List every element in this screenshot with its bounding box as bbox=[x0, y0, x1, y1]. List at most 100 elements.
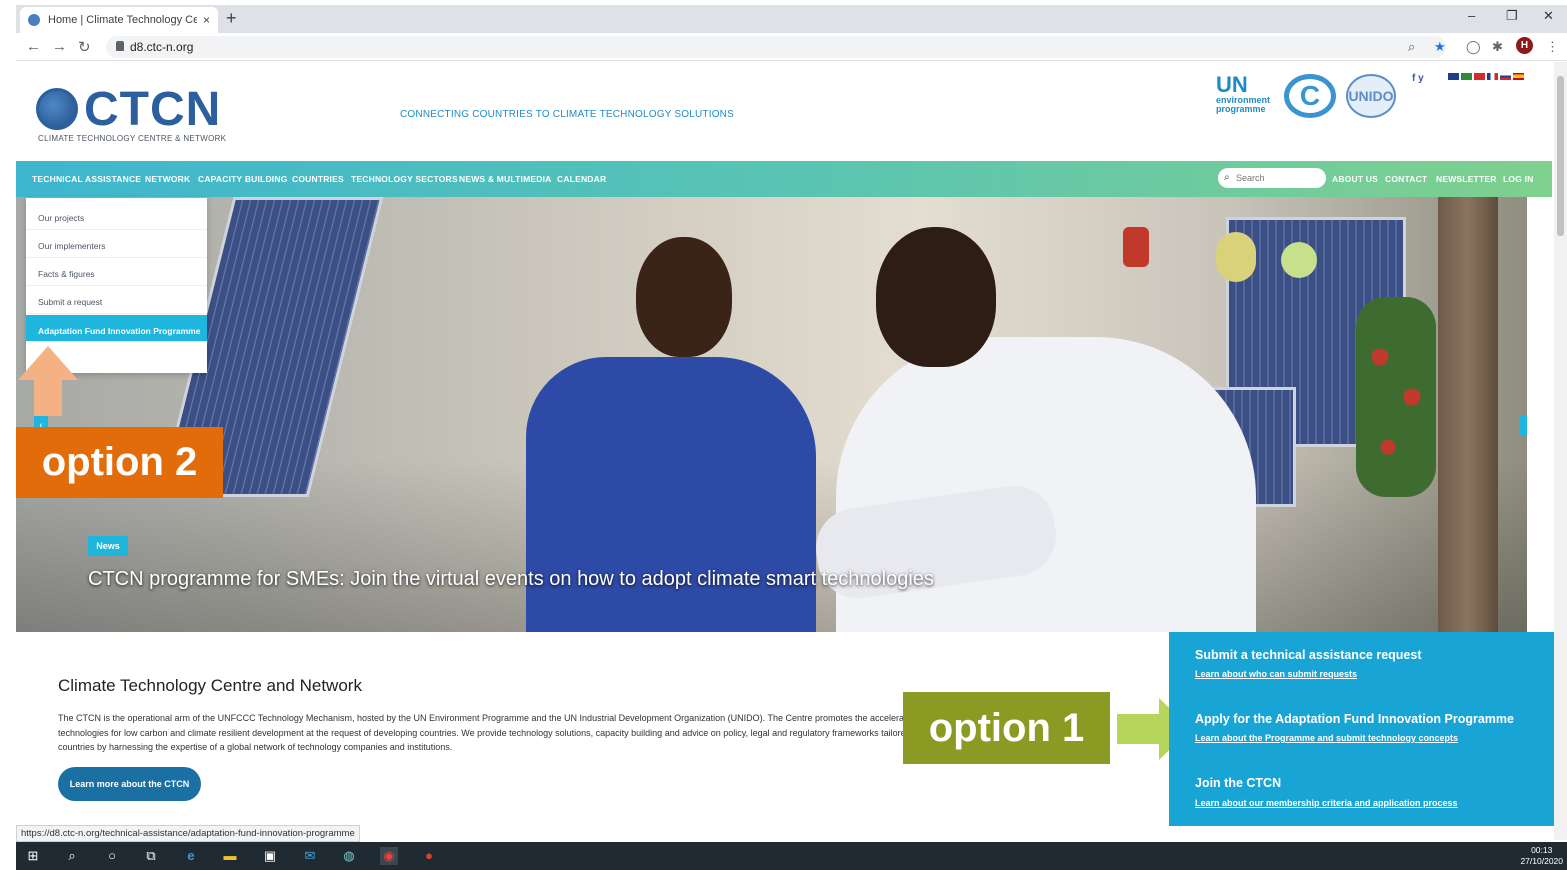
flag-en-icon[interactable] bbox=[1448, 73, 1459, 80]
cta-submit-request-title[interactable]: Submit a technical assistance request bbox=[1195, 648, 1421, 662]
browser-tab-home[interactable]: Home | Climate Technology Cent × bbox=[20, 7, 218, 33]
extension-icon[interactable]: ◯ bbox=[1466, 39, 1481, 55]
nav-newsletter[interactable]: NEWSLETTER bbox=[1436, 174, 1497, 184]
language-flags[interactable] bbox=[1448, 73, 1524, 80]
lock-icon bbox=[116, 41, 124, 51]
minimize-button[interactable]: – bbox=[1468, 8, 1475, 23]
site-tagline: CONNECTING COUNTRIES TO CLIMATE TECHNOLO… bbox=[400, 109, 734, 120]
flag-zh-icon[interactable] bbox=[1474, 73, 1485, 80]
ctcn-globe-logo-icon[interactable] bbox=[36, 88, 78, 130]
arrow-right-shaft bbox=[1117, 714, 1159, 744]
scrollbar-thumb[interactable] bbox=[1557, 76, 1564, 236]
cta-panel: Submit a technical assistance request Le… bbox=[1169, 632, 1554, 826]
cta-submit-request-link[interactable]: Learn about who can submit requests bbox=[1195, 669, 1357, 679]
store-icon[interactable]: ▣ bbox=[261, 847, 279, 865]
main-navigation: TECHNICAL ASSISTANCE NETWORK CAPACITY BU… bbox=[16, 161, 1552, 197]
annotation-option-2: option 2 bbox=[16, 427, 223, 498]
about-title: Climate Technology Centre and Network bbox=[58, 676, 362, 695]
dropdown-adaptation-fund-programme[interactable]: Adaptation Fund Innovation Programme bbox=[26, 315, 207, 342]
flag-fr-icon[interactable] bbox=[1487, 73, 1498, 80]
back-arrow-icon[interactable]: ← bbox=[26, 38, 41, 55]
mail-icon[interactable]: ✉ bbox=[301, 847, 319, 865]
cta-join-link[interactable]: Learn about our membership criteria and … bbox=[1195, 798, 1458, 808]
site-favicon-icon bbox=[28, 14, 40, 26]
chrome-icon[interactable]: ◉ bbox=[380, 847, 398, 865]
slider-next-icon[interactable]: › bbox=[1519, 416, 1527, 436]
nav-countries[interactable]: COUNTRIES bbox=[292, 174, 344, 184]
ctcn-logo[interactable]: CTCN bbox=[84, 82, 221, 137]
arrow-up-shaft bbox=[34, 380, 62, 416]
site-search: ⌕ bbox=[1218, 168, 1326, 188]
close-window-button[interactable]: ✕ bbox=[1543, 8, 1554, 24]
globe-app-icon[interactable]: ◍ bbox=[340, 847, 358, 865]
person-a-head bbox=[636, 237, 732, 357]
cta-join-title[interactable]: Join the CTCN bbox=[1195, 776, 1281, 790]
dropdown-submit-request[interactable]: Submit a request bbox=[26, 286, 207, 314]
dropdown-our-implementers[interactable]: Our implementers bbox=[26, 230, 207, 258]
taskbar-search-icon[interactable]: ⌕ bbox=[63, 847, 81, 865]
person-b-head bbox=[876, 227, 996, 367]
flag-ar-icon[interactable] bbox=[1461, 73, 1472, 80]
unep-logo-sub2: programme bbox=[1216, 104, 1266, 114]
taskbar-time: 00:13 bbox=[1531, 845, 1553, 855]
logo-subtitle: CLIMATE TECHNOLOGY CENTRE & NETWORK bbox=[38, 134, 227, 143]
nav-contact[interactable]: CONTACT bbox=[1385, 174, 1427, 184]
flowers-image bbox=[1356, 297, 1436, 497]
bookmark-star-icon[interactable]: ★ bbox=[1434, 39, 1446, 55]
hero-caption-link[interactable]: CTCN programme for SMEs: Join the virtua… bbox=[88, 568, 934, 591]
tab-close-icon[interactable]: × bbox=[203, 13, 210, 27]
nav-about-us[interactable]: ABOUT US bbox=[1332, 174, 1378, 184]
site-header: CTCN CLIMATE TECHNOLOGY CENTRE & NETWORK… bbox=[16, 62, 1552, 161]
annotation-arrow-up-icon bbox=[18, 346, 78, 416]
nav-technology-sectors[interactable]: TECHNOLOGY SECTORS bbox=[351, 174, 458, 184]
tab-title: Home | Climate Technology Cent bbox=[48, 14, 197, 26]
dropdown-our-projects[interactable]: Our projects bbox=[26, 202, 207, 230]
cortana-icon[interactable]: ○ bbox=[103, 847, 121, 865]
windows-taskbar: ⊞ ⌕ ○ ⧉ e ▬ ▣ ✉ ◍ ◉ ● 00:13 27/10/2020 bbox=[16, 842, 1567, 870]
arrow-up-head bbox=[18, 346, 78, 380]
nav-news-multimedia[interactable]: NEWS & MULTIMEDIA bbox=[459, 174, 551, 184]
hero-slider[interactable]: ‹ › News CTCN programme for SMEs: Join t… bbox=[16, 197, 1527, 632]
news-badge: News bbox=[88, 536, 128, 556]
nav-log-in[interactable]: LOG IN bbox=[1503, 174, 1533, 184]
unfccc-logo[interactable]: C bbox=[1284, 74, 1336, 118]
nav-calendar[interactable]: CALENDAR bbox=[557, 174, 606, 184]
nav-network[interactable]: NETWORK bbox=[145, 174, 190, 184]
nav-technical-assistance[interactable]: TECHNICAL ASSISTANCE bbox=[32, 174, 141, 184]
edge-browser-icon[interactable]: e bbox=[182, 847, 200, 865]
browser-tab-bar: Home | Climate Technology Cent × + – ❐ ✕ bbox=[16, 5, 1567, 33]
search-icon[interactable]: ⌕ bbox=[1224, 172, 1230, 183]
unido-logo[interactable]: UNIDO bbox=[1346, 74, 1396, 118]
browser-menu-icon[interactable]: ⋮ bbox=[1546, 39, 1559, 55]
cta-adaptation-fund-link[interactable]: Learn about the Programme and submit tec… bbox=[1195, 733, 1458, 743]
forward-arrow-icon[interactable]: → bbox=[52, 38, 67, 55]
light-image bbox=[1281, 242, 1317, 278]
taskbar-clock[interactable]: 00:13 27/10/2020 bbox=[1520, 845, 1563, 867]
taskbar-date: 27/10/2020 bbox=[1520, 856, 1563, 866]
search-input[interactable] bbox=[1236, 171, 1322, 185]
unep-logo-text: UN bbox=[1216, 72, 1248, 97]
profile-avatar[interactable]: H bbox=[1516, 37, 1533, 54]
browser-toolbar: ← → ↻ d8.ctc-n.org ⌕ ★ ◯ ✱ H ⋮ bbox=[16, 33, 1567, 61]
file-explorer-icon[interactable]: ▬ bbox=[221, 847, 239, 865]
social-icons[interactable]: f y bbox=[1412, 73, 1424, 84]
task-view-icon[interactable]: ⧉ bbox=[142, 847, 160, 865]
extensions-puzzle-icon[interactable]: ✱ bbox=[1492, 39, 1503, 55]
zoom-icon[interactable]: ⌕ bbox=[1408, 39, 1415, 55]
address-bar[interactable]: d8.ctc-n.org bbox=[106, 36, 1446, 58]
dropdown-facts-figures[interactable]: Facts & figures bbox=[26, 258, 207, 286]
windows-start-icon[interactable]: ⊞ bbox=[24, 847, 42, 865]
flag-es-icon[interactable] bbox=[1513, 73, 1524, 80]
address-url: d8.ctc-n.org bbox=[130, 40, 194, 54]
powerpoint-icon[interactable]: ● bbox=[420, 847, 438, 865]
flag-ru-icon[interactable] bbox=[1500, 73, 1511, 80]
person-white-shirt-image bbox=[810, 197, 1276, 632]
new-tab-button[interactable]: + bbox=[226, 8, 237, 29]
cta-adaptation-fund-title[interactable]: Apply for the Adaptation Fund Innovation… bbox=[1195, 712, 1514, 726]
learn-more-button[interactable]: Learn more about the CTCN bbox=[58, 767, 201, 801]
unep-logo[interactable]: UN environment programme bbox=[1216, 74, 1270, 114]
restore-button[interactable]: ❐ bbox=[1506, 8, 1518, 24]
tree-trunk-image bbox=[1438, 197, 1498, 632]
nav-capacity-building[interactable]: CAPACITY BUILDING bbox=[198, 174, 288, 184]
reload-icon[interactable]: ↻ bbox=[78, 38, 91, 56]
